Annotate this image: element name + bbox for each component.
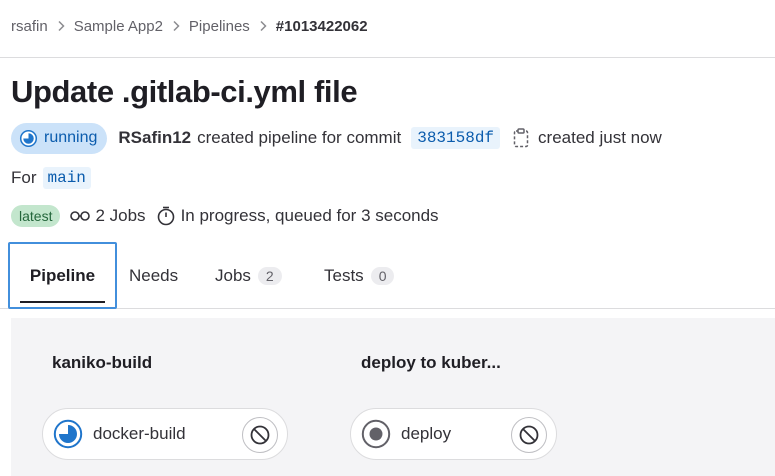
progress-label: In progress, queued for 3 seconds	[180, 206, 439, 225]
pipeline-info: latest 2 Jobs In progress, queued for 3 …	[11, 203, 439, 229]
branch-link[interactable]: main	[42, 167, 91, 189]
stage-title: kaniko-build	[52, 353, 153, 372]
commit-sha-link[interactable]: 383158df	[411, 127, 501, 149]
tab-jobs-count: 2	[257, 266, 282, 285]
tab-jobs[interactable]: Jobs 2	[215, 242, 282, 309]
status-badge[interactable]: running	[11, 122, 108, 154]
job-name: docker-build	[93, 424, 186, 443]
cancel-job-button[interactable]	[242, 417, 278, 453]
chevron-right-icon	[172, 20, 180, 32]
created-time: created just now	[538, 128, 662, 147]
stage-title: deploy to kuber...	[361, 353, 501, 372]
job-deploy[interactable]: deploy	[350, 408, 557, 460]
tab-jobs-label: Jobs	[215, 265, 251, 285]
pipeline-meta: running RSafin12 created pipeline for co…	[11, 122, 662, 154]
tab-pipeline-label: Pipeline	[29, 265, 96, 285]
pipeline-icon	[70, 211, 91, 221]
breadcrumb-item-project[interactable]: Sample App2	[74, 18, 163, 35]
timer-icon	[157, 206, 174, 226]
breadcrumb: rsafin Sample App2 Pipelines #1013422062	[11, 16, 368, 36]
action-text: created pipeline for commit	[197, 128, 402, 147]
tab-pipeline[interactable]: Pipeline	[8, 242, 117, 309]
author-link[interactable]: RSafin12	[118, 128, 191, 148]
clipboard-icon	[513, 128, 529, 148]
page-title: Update .gitlab-ci.yml file	[11, 74, 358, 109]
tab-needs-label: Needs	[129, 265, 179, 285]
header-divider	[0, 57, 775, 58]
cancel-job-button[interactable]	[511, 417, 547, 453]
cancel-icon	[519, 425, 539, 445]
status-label: running	[44, 129, 98, 146]
jobs-count-label: 2 Jobs	[95, 206, 146, 225]
tab-tests-count: 0	[370, 266, 395, 285]
job-name: deploy	[401, 424, 452, 443]
jobs-count: 2 Jobs	[70, 206, 146, 226]
copy-commit-sha-button[interactable]	[513, 128, 529, 148]
tab-tests[interactable]: Tests 0	[324, 242, 395, 309]
running-icon	[19, 129, 38, 147]
latest-badge: latest	[11, 205, 61, 227]
breadcrumb-item-pipeline-id[interactable]: #1013422062	[276, 18, 368, 35]
chevron-right-icon	[259, 20, 267, 32]
running-icon	[53, 419, 83, 449]
cancel-icon	[250, 425, 270, 445]
pending-icon	[361, 419, 391, 449]
pipeline-tabs: Pipeline Needs Jobs 2 Tests 0	[0, 242, 775, 309]
branch-row: For main	[11, 165, 91, 191]
tab-tests-label: Tests	[324, 265, 364, 285]
job-docker-build[interactable]: docker-build	[42, 408, 288, 460]
for-label: For	[11, 168, 37, 187]
breadcrumb-item-user[interactable]: rsafin	[11, 18, 48, 35]
chevron-right-icon	[57, 20, 65, 32]
tab-needs[interactable]: Needs	[129, 242, 178, 309]
progress-status: In progress, queued for 3 seconds	[156, 206, 439, 226]
breadcrumb-item-pipelines[interactable]: Pipelines	[189, 18, 250, 35]
